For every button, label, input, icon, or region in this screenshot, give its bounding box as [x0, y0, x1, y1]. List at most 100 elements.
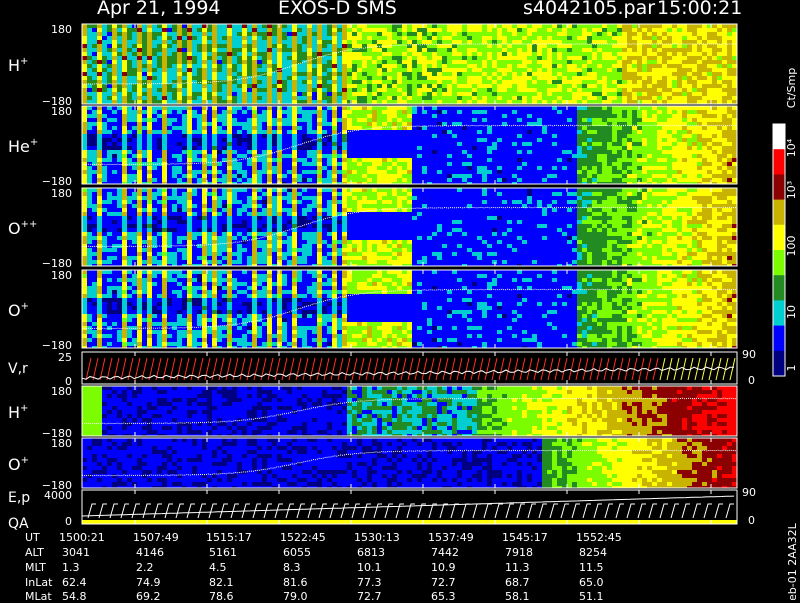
heatmap-cell [562, 118, 568, 123]
heatmap-cell [612, 154, 618, 159]
heatmap-cell [592, 122, 598, 127]
heatmap-cell [252, 24, 258, 29]
heatmap-cell [472, 92, 478, 97]
heatmap-cell [282, 110, 288, 115]
heatmap-cell [232, 122, 238, 127]
heatmap-cell [617, 76, 623, 81]
heatmap-cell [477, 32, 483, 37]
heatmap-cell [307, 24, 313, 29]
heatmap-cell [647, 150, 653, 155]
heatmap-cell [192, 96, 198, 101]
heatmap-cell [242, 56, 248, 61]
heatmap-cell [132, 154, 138, 159]
heatmap-cell [127, 48, 133, 53]
heatmap-cell [262, 178, 268, 183]
heatmap-cell [387, 72, 393, 77]
heatmap-cell [447, 56, 453, 61]
heatmap-cell [527, 146, 533, 151]
heatmap-cell [497, 32, 503, 37]
heatmap-cell [102, 72, 108, 77]
heatmap-cell [157, 72, 163, 77]
heatmap-cell [697, 56, 703, 61]
heatmap-cell [477, 166, 483, 171]
heatmap-cell [562, 68, 568, 73]
heatmap-cell [162, 178, 168, 183]
heatmap-cell [662, 32, 668, 37]
heatmap-cell [117, 88, 123, 93]
heatmap-cell [212, 106, 218, 111]
heatmap-cell [387, 150, 393, 155]
heatmap-cell [282, 122, 288, 127]
heatmap-cell [242, 72, 248, 77]
heatmap-cell [577, 60, 583, 65]
heatmap-cell [412, 96, 418, 101]
heatmap-cell [352, 170, 358, 175]
heatmap-cell [327, 64, 333, 69]
heatmap-cell [587, 150, 593, 155]
heatmap-cell [147, 28, 153, 33]
heatmap-cell [537, 64, 543, 69]
heatmap-cell [612, 122, 618, 127]
heatmap-cell [657, 64, 663, 69]
heatmap-cell [662, 88, 668, 93]
heatmap-cell [467, 96, 473, 101]
heatmap-cell [97, 170, 103, 175]
heatmap-cell [617, 68, 623, 73]
heatmap-cell [412, 114, 418, 119]
heatmap-cell [507, 52, 513, 57]
heatmap-cell [617, 138, 623, 143]
heatmap-cell [457, 110, 463, 115]
heatmap-cell [332, 122, 338, 127]
heatmap-cell [122, 170, 128, 175]
heatmap-cell [492, 60, 498, 65]
heatmap-cell [447, 106, 453, 111]
heatmap-cell [462, 44, 468, 49]
heatmap-cell [307, 118, 313, 123]
heatmap-cell [322, 64, 328, 69]
heatmap-cell [97, 40, 103, 45]
heatmap-cell [577, 48, 583, 53]
heatmap-cell [332, 56, 338, 61]
heatmap-cell [332, 106, 338, 111]
heatmap-cell [367, 114, 373, 119]
heatmap-cell [247, 24, 253, 29]
heatmap-cell [522, 162, 528, 167]
heatmap-cell [357, 92, 363, 97]
heatmap-cell [322, 40, 328, 45]
heatmap-cell [562, 32, 568, 37]
heatmap-cell [597, 130, 603, 135]
heatmap-cell [277, 64, 283, 69]
heatmap-cell [587, 56, 593, 61]
heatmap-cell [312, 178, 318, 183]
heatmap-cell [572, 36, 578, 41]
heatmap-cell [382, 64, 388, 69]
heatmap-cell [472, 138, 478, 143]
heatmap-cell [362, 162, 368, 167]
heatmap-cell [572, 130, 578, 135]
heatmap-cell [522, 28, 528, 33]
heatmap-cell [562, 84, 568, 89]
heatmap-cell [657, 130, 663, 135]
heatmap-cell [242, 24, 248, 29]
heatmap-cell [407, 76, 413, 81]
heatmap-cell [572, 138, 578, 143]
heatmap-cell [517, 138, 523, 143]
heatmap-cell [222, 110, 228, 115]
heatmap-cell [357, 80, 363, 85]
heatmap-cell [512, 80, 518, 85]
heatmap-cell [527, 92, 533, 97]
heatmap-cell [267, 68, 273, 73]
heatmap-cell [407, 44, 413, 49]
heatmap-cell [592, 114, 598, 119]
heatmap-cell [182, 76, 188, 81]
heatmap-cell [182, 64, 188, 69]
heatmap-cell [552, 68, 558, 73]
heatmap-cell [542, 154, 548, 159]
heatmap-cell [367, 28, 373, 33]
heatmap-cell [477, 158, 483, 163]
heatmap-cell [282, 166, 288, 171]
heatmap-cell [122, 106, 128, 111]
heatmap-cell [312, 126, 318, 131]
heatmap-cell [212, 166, 218, 171]
ytick-top: 180 [51, 23, 72, 36]
